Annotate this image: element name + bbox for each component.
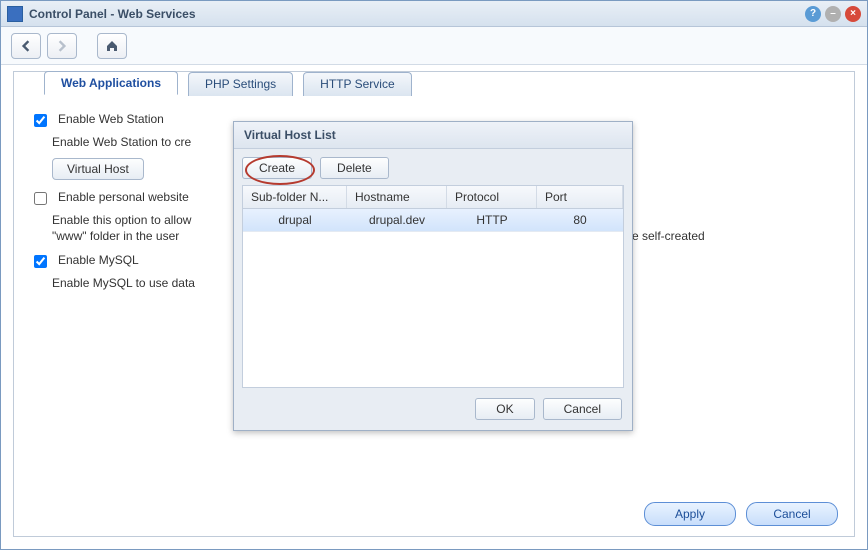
cell-port: 80 <box>537 209 623 231</box>
delete-button[interactable]: Delete <box>320 157 389 179</box>
minimize-icon[interactable]: – <box>825 6 841 22</box>
tab-web-applications[interactable]: Web Applications <box>44 71 178 95</box>
virtual-host-button[interactable]: Virtual Host <box>52 158 144 180</box>
forward-button[interactable] <box>47 33 77 59</box>
option-label: Enable Web Station <box>58 112 164 126</box>
button-label: Cancel <box>773 507 810 521</box>
tab-label: HTTP Service <box>320 77 394 91</box>
button-label: Create <box>259 161 295 175</box>
checkbox-personal-website[interactable] <box>34 192 47 205</box>
grid-header: Sub-folder N... Hostname Protocol Port <box>243 186 623 209</box>
option-label: Enable MySQL <box>58 253 139 267</box>
col-subfolder[interactable]: Sub-folder N... <box>243 186 347 208</box>
col-port[interactable]: Port <box>537 186 623 208</box>
close-icon[interactable]: × <box>845 6 861 22</box>
button-label: OK <box>496 402 513 416</box>
cell-protocol: HTTP <box>447 209 537 231</box>
tab-http-service[interactable]: HTTP Service <box>303 72 411 96</box>
help-icon[interactable]: ? <box>805 6 821 22</box>
tab-php-settings[interactable]: PHP Settings <box>188 72 293 96</box>
tabs: Web Applications PHP Settings HTTP Servi… <box>44 71 412 95</box>
create-button[interactable]: Create <box>242 157 312 179</box>
footer: Apply Cancel <box>644 502 838 526</box>
modal-cancel-button[interactable]: Cancel <box>543 398 622 420</box>
tab-label: PHP Settings <box>205 77 276 91</box>
back-button[interactable] <box>11 33 41 59</box>
grid-body: drupal drupal.dev HTTP 80 <box>243 209 623 387</box>
virtual-host-modal: Virtual Host List Create Delete Sub-fold… <box>233 121 633 431</box>
virtual-host-grid: Sub-folder N... Hostname Protocol Port d… <box>242 185 624 388</box>
checkbox-web-station[interactable] <box>34 114 47 127</box>
button-label: Cancel <box>564 402 601 416</box>
apply-button[interactable]: Apply <box>644 502 736 526</box>
col-hostname[interactable]: Hostname <box>347 186 447 208</box>
cell-hostname: drupal.dev <box>347 209 447 231</box>
toolbar <box>1 27 867 65</box>
cell-subfolder: drupal <box>243 209 347 231</box>
col-protocol[interactable]: Protocol <box>447 186 537 208</box>
modal-title: Virtual Host List <box>234 122 632 149</box>
app-icon <box>7 6 23 22</box>
desc-part: Enable this option to allow "www" folder… <box>52 213 191 243</box>
tab-label: Web Applications <box>61 76 161 90</box>
window-title: Control Panel - Web Services <box>29 7 196 21</box>
modal-footer: OK Cancel <box>234 388 632 430</box>
modal-toolbar: Create Delete <box>234 149 632 185</box>
button-label: Virtual Host <box>67 162 129 176</box>
titlebar: Control Panel - Web Services ? – × <box>1 1 867 27</box>
home-button[interactable] <box>97 33 127 59</box>
table-row[interactable]: drupal drupal.dev HTTP 80 <box>243 209 623 232</box>
ok-button[interactable]: OK <box>475 398 534 420</box>
button-label: Delete <box>337 161 372 175</box>
cancel-button[interactable]: Cancel <box>746 502 838 526</box>
checkbox-mysql[interactable] <box>34 255 47 268</box>
button-label: Apply <box>675 507 705 521</box>
option-label: Enable personal website <box>58 190 189 204</box>
